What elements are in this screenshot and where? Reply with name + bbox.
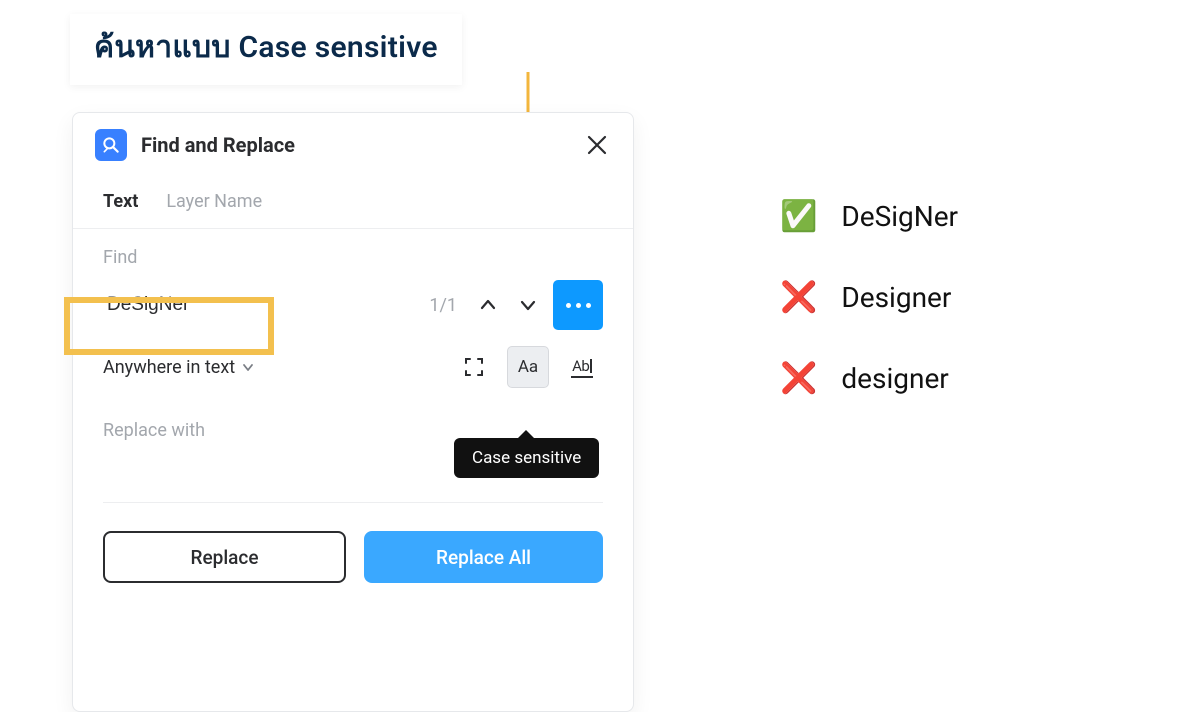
- result-row: ❌ designer: [780, 362, 958, 395]
- find-label: Find: [103, 247, 603, 268]
- dialog-header: Find and Replace: [73, 113, 633, 177]
- whole-word-icon: Ab: [571, 357, 593, 378]
- result-text: DeSigNer: [841, 200, 958, 233]
- case-sensitive-icon: Aa: [518, 357, 538, 377]
- check-icon: ✅: [780, 202, 817, 232]
- find-replace-icon: [95, 129, 127, 161]
- replace-button[interactable]: Replace: [103, 531, 346, 583]
- find-row: 1/1: [103, 280, 603, 330]
- case-sensitive-toggle[interactable]: Aa: [507, 346, 549, 388]
- prev-match-button[interactable]: [473, 290, 503, 320]
- dot-icon: [576, 303, 581, 308]
- close-button[interactable]: [583, 131, 611, 159]
- replace-all-button[interactable]: Replace All: [364, 531, 603, 583]
- result-text: Designer: [841, 281, 951, 314]
- chevron-down-icon: [241, 360, 255, 374]
- find-input[interactable]: [103, 288, 356, 322]
- close-icon: [586, 134, 608, 156]
- next-match-button[interactable]: [513, 290, 543, 320]
- find-more-button[interactable]: [553, 280, 603, 330]
- chevron-down-icon: [519, 296, 537, 314]
- whole-word-toggle[interactable]: Ab: [561, 346, 603, 388]
- find-section: Find 1/1: [73, 229, 633, 336]
- tab-layer-name[interactable]: Layer Name: [166, 191, 262, 212]
- dot-icon: [586, 303, 591, 308]
- match-fullscreen-toggle[interactable]: [453, 346, 495, 388]
- cross-icon: ❌: [780, 283, 817, 313]
- dialog-title: Find and Replace: [141, 133, 569, 157]
- result-row: ✅ DeSigNer: [780, 200, 958, 233]
- dialog-actions: Replace Replace All: [73, 503, 633, 583]
- example-results: ✅ DeSigNer ❌ Designer ❌ designer: [780, 200, 958, 395]
- tabs: Text Layer Name: [73, 177, 633, 229]
- match-count: 1/1: [429, 295, 457, 316]
- result-text: designer: [841, 362, 948, 395]
- tooltip-case-sensitive: Case sensitive: [454, 438, 599, 478]
- scope-row: Anywhere in text Aa Ab: [73, 336, 633, 404]
- scope-dropdown[interactable]: Anywhere in text: [103, 357, 255, 378]
- scope-label-text: Anywhere in text: [103, 357, 235, 378]
- corners-icon: [463, 356, 485, 378]
- result-row: ❌ Designer: [780, 281, 958, 314]
- match-option-toggles: Aa Ab: [453, 346, 603, 388]
- chevron-up-icon: [479, 296, 497, 314]
- tab-text[interactable]: Text: [103, 191, 138, 212]
- title-callout: ค้นหาแบบ Case sensitive: [70, 14, 462, 85]
- find-replace-dialog: Find and Replace Text Layer Name Find 1/…: [72, 112, 634, 712]
- cross-icon: ❌: [780, 364, 817, 394]
- dot-icon: [566, 303, 571, 308]
